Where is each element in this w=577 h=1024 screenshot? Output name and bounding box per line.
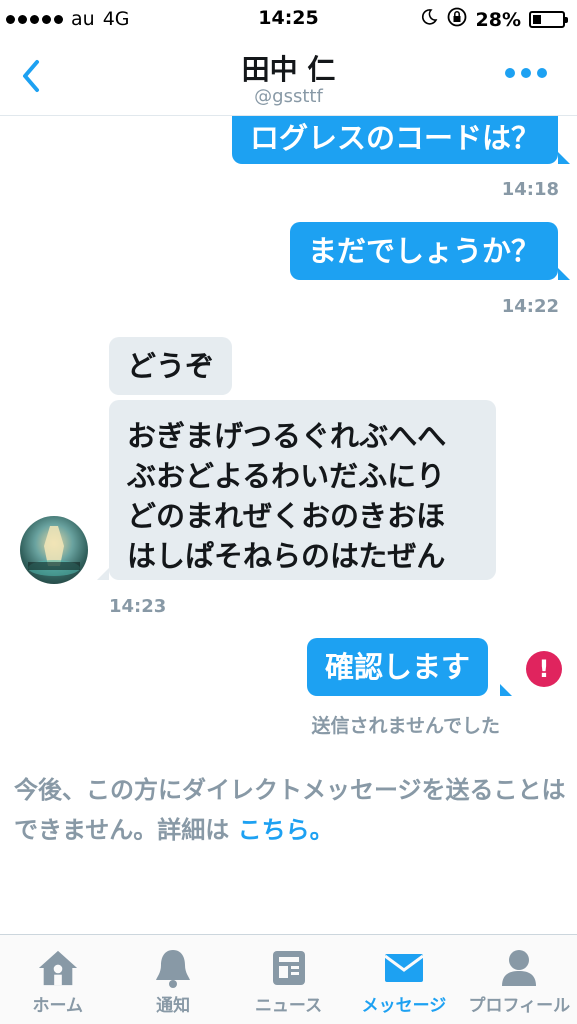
send-failed-status: 送信されませんでした — [311, 715, 500, 737]
tab-label: 通知 — [156, 996, 191, 1016]
conversation-header: 田中 仁 @gssttf — [0, 40, 577, 116]
bubble-tail — [97, 568, 109, 580]
rotation-lock-icon — [446, 6, 468, 33]
tab-notifications[interactable]: 通知 — [115, 935, 230, 1024]
message-bubble-outgoing[interactable]: ログレスのコードは？ — [231, 116, 558, 164]
message-bubble-outgoing-failed[interactable]: 確認します — [307, 638, 489, 696]
message-bubble-incoming[interactable]: おぎまげつるぐれぶへへ ぶおどよるわいだふにり どのまれぜくおのきおほ はしぱそ… — [109, 400, 496, 580]
envelope-icon — [383, 947, 425, 989]
tab-news[interactable]: ニュース — [231, 935, 346, 1024]
bubble-tail — [558, 268, 570, 280]
message-bubble-incoming[interactable]: どうぞ — [109, 337, 233, 395]
send-error-icon[interactable]: ! — [526, 651, 562, 687]
tab-label: プロフィール — [468, 996, 571, 1016]
moon-icon — [420, 8, 438, 31]
battery-percent: 28% — [475, 8, 521, 31]
home-icon — [37, 947, 79, 989]
tab-profile[interactable]: プロフィール — [462, 935, 577, 1024]
message-line: おぎまげつるぐれぶへへ — [127, 419, 447, 453]
person-icon — [498, 947, 540, 989]
tab-label: メッセージ — [361, 996, 447, 1016]
contact-handle: @gssttf — [254, 86, 323, 107]
bubble-tail — [558, 152, 570, 164]
status-right: 28% — [420, 6, 568, 33]
status-bar: au 4G 14:25 28% — [0, 0, 577, 40]
contact-avatar[interactable] — [20, 516, 88, 584]
message-timestamp: 14:18 — [501, 179, 559, 200]
tab-home[interactable]: ホーム — [0, 935, 115, 1024]
bottom-tab-bar: ホーム 通知 ニュース メッセージ プロフィール — [0, 934, 577, 1024]
tab-messages[interactable]: メッセージ — [346, 935, 461, 1024]
bell-icon — [152, 947, 194, 989]
tab-label: ニュース — [254, 996, 323, 1016]
contact-name: 田中 仁 — [241, 53, 336, 86]
more-options-button[interactable] — [505, 68, 547, 78]
message-line: どのまれぜくおのきおほ — [127, 499, 446, 533]
message-timestamp: 14:22 — [501, 296, 559, 317]
battery-icon — [529, 11, 568, 28]
message-line: ぶおどよるわいだふにり — [127, 459, 446, 493]
news-icon — [268, 947, 310, 989]
message-timestamp: 14:23 — [109, 596, 167, 617]
tab-label: ホーム — [32, 996, 83, 1016]
bubble-tail — [500, 684, 512, 696]
message-line: はしぱそねらのはたぜん — [127, 539, 446, 573]
dm-restriction-notice: 今後、この方にダイレクトメッセージを送ることはできません。詳細は こちら。 — [14, 770, 570, 850]
learn-more-link[interactable]: こちら。 — [238, 816, 334, 844]
message-bubble-outgoing[interactable]: まだでしょうか？ — [289, 222, 558, 280]
